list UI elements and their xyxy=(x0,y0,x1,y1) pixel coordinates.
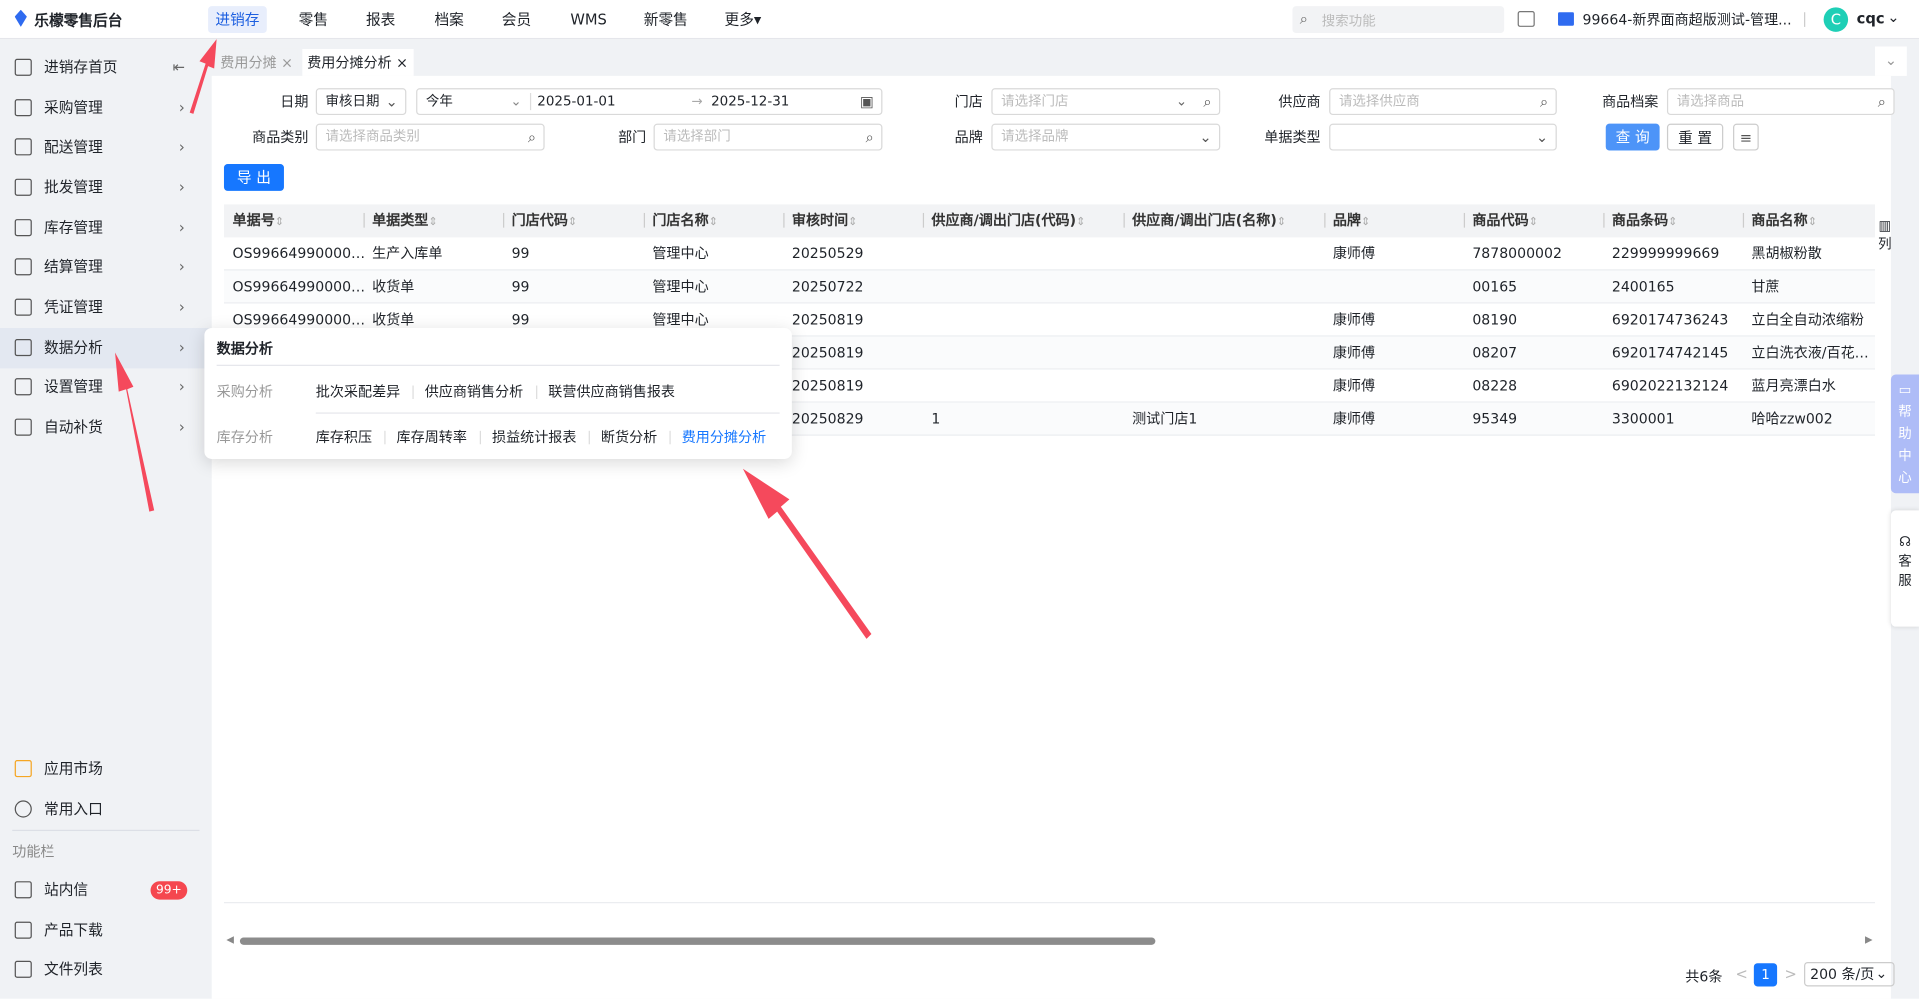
app-root: 乐檬零售后台 进销存 零售 报表 档案 会员 WMS 新零售 更多▾ ⌕ 搜索功… xyxy=(0,0,1919,999)
annotation-arrow xyxy=(742,468,872,639)
annotation-arrows xyxy=(115,39,872,639)
annotation-arrow xyxy=(189,39,217,114)
annotation-arrow xyxy=(115,352,155,512)
